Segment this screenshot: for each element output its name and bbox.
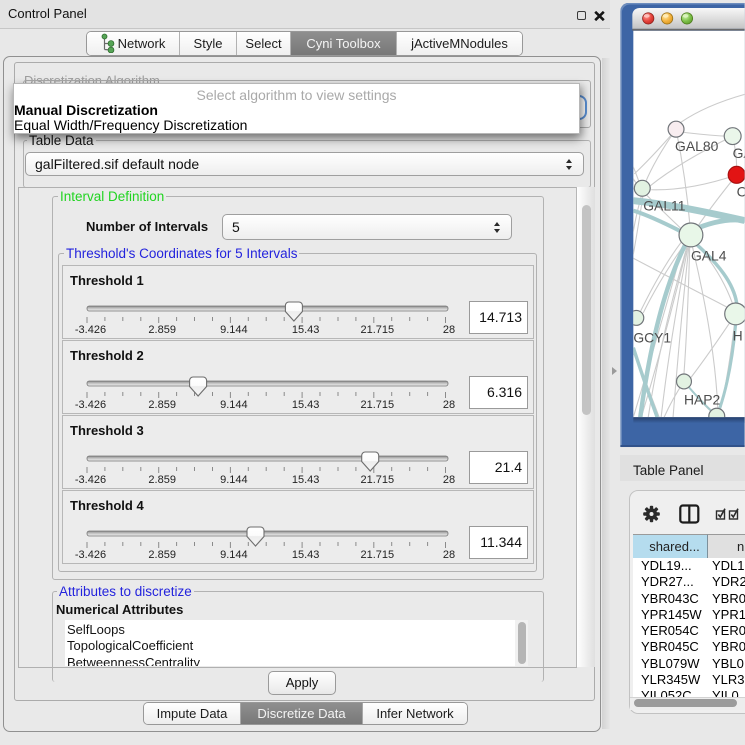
svg-text:GA: GA [733,145,745,161]
svg-text:GAL11: GAL11 [643,198,685,214]
svg-text:H: H [733,328,743,344]
svg-text:GAL4: GAL4 [691,247,727,263]
svg-text:C: C [737,184,745,200]
svg-text:GAL80: GAL80 [675,138,719,154]
svg-text:HAP2: HAP2 [684,391,721,407]
svg-text:GCY1: GCY1 [633,330,671,346]
